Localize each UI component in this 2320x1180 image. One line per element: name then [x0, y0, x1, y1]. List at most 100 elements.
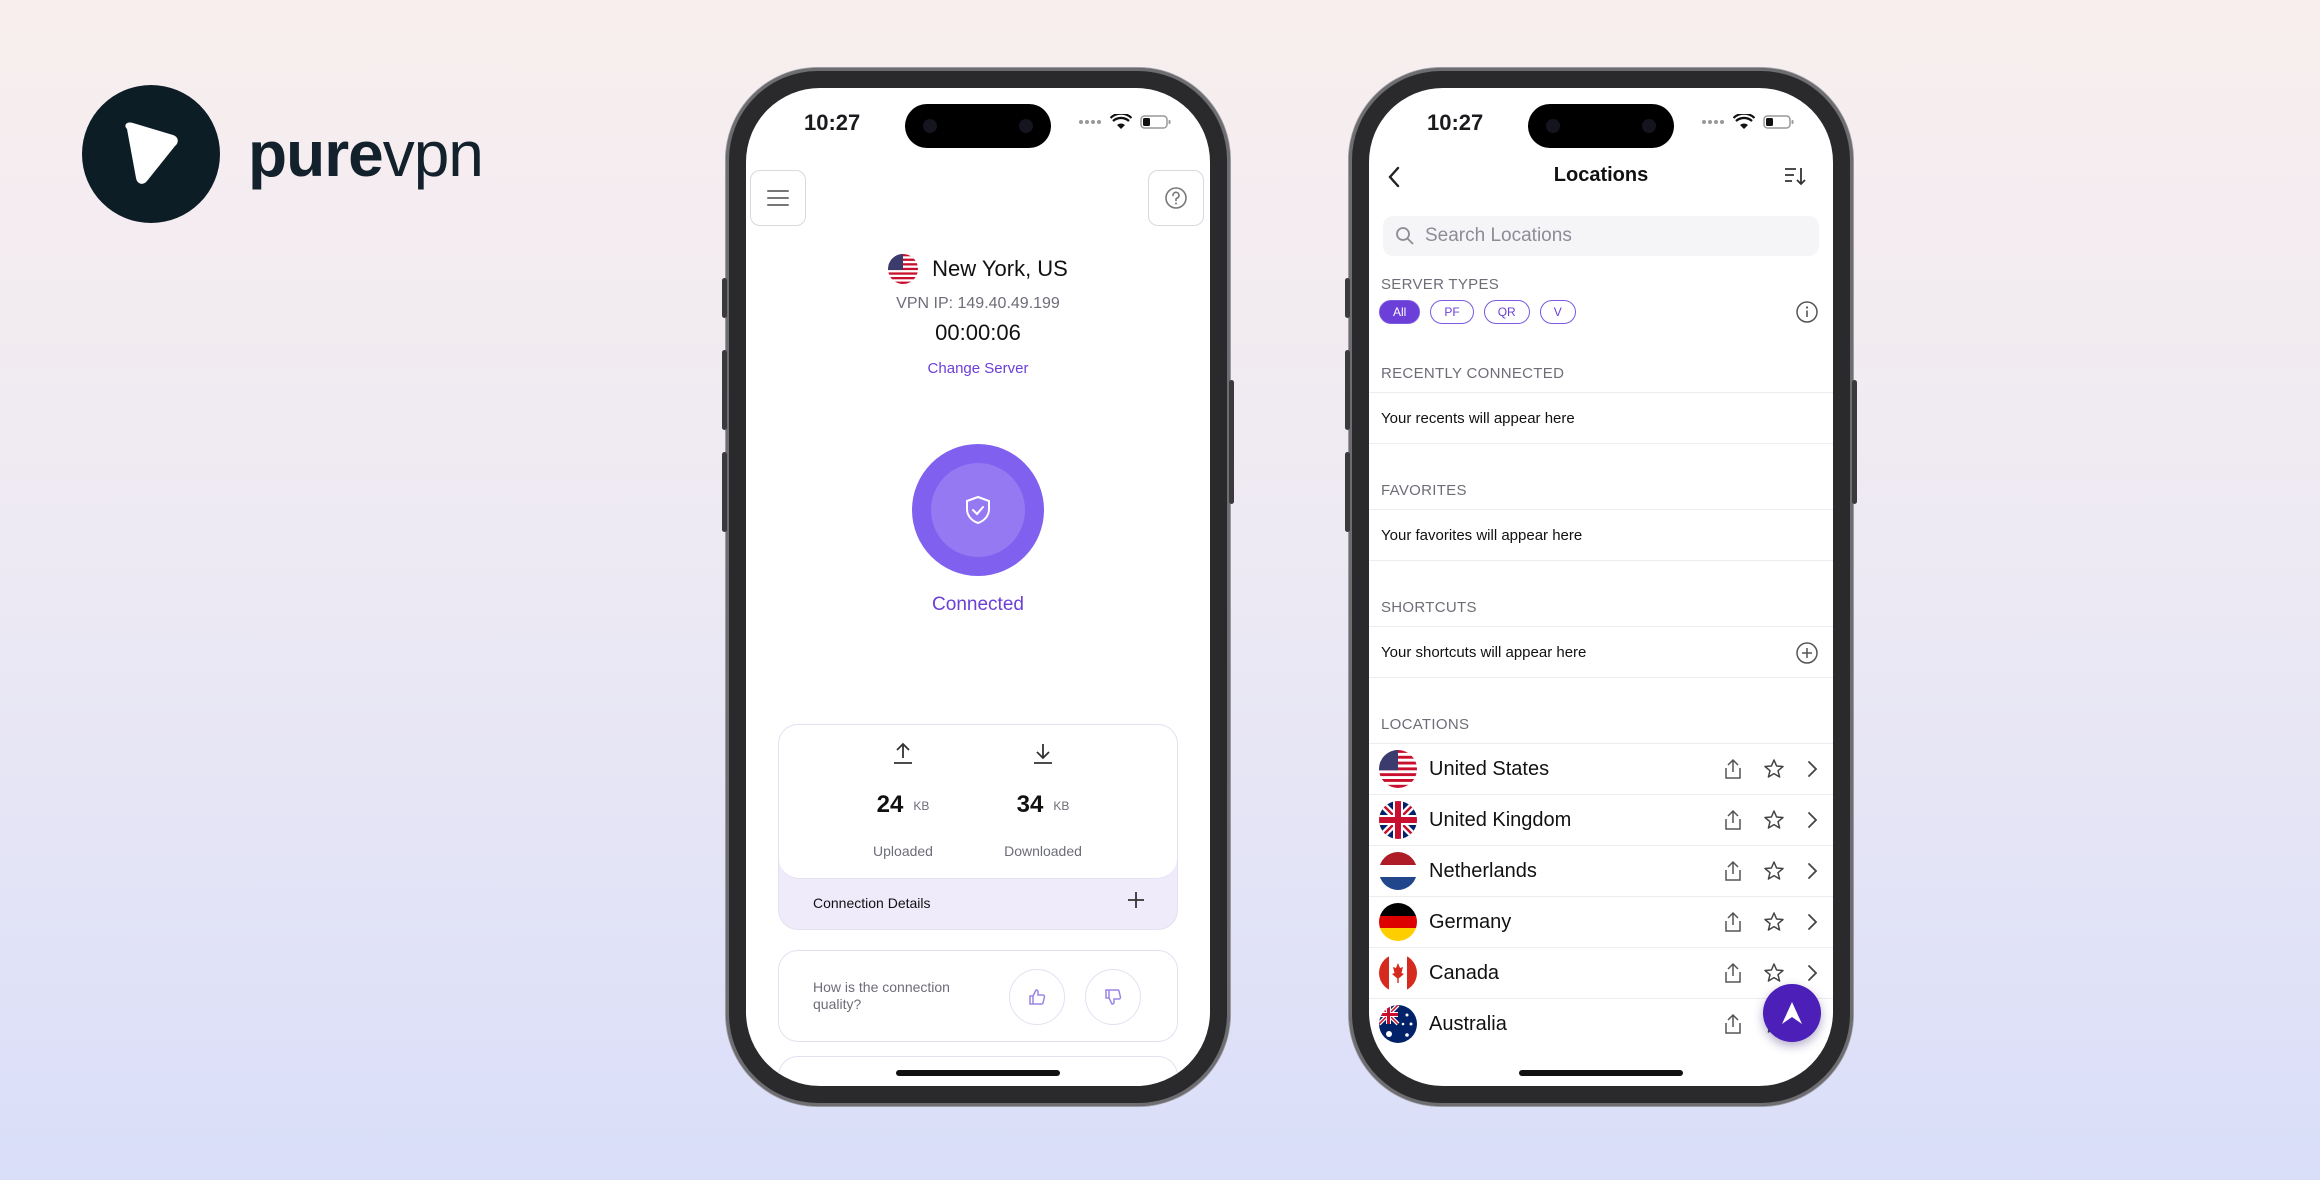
- nl-flag-icon: [1379, 852, 1417, 890]
- status-icons: [1701, 114, 1795, 130]
- share-icon[interactable]: [1723, 911, 1743, 933]
- country-row-germany[interactable]: Germany: [1369, 896, 1833, 947]
- expand-plus-icon[interactable]: [1125, 889, 1147, 911]
- add-shortcut-plus-icon[interactable]: [1795, 641, 1819, 665]
- country-name: United States: [1429, 757, 1550, 780]
- country-row-united-kingdom[interactable]: United Kingdom: [1369, 794, 1833, 845]
- assistant-a-logo-icon: [1782, 1002, 1802, 1024]
- sort-icon[interactable]: [1783, 164, 1807, 188]
- thumbs-up-button[interactable]: [1009, 969, 1065, 1025]
- star-icon[interactable]: [1763, 860, 1785, 882]
- side-button: [1229, 380, 1234, 504]
- country-row-canada[interactable]: Canada: [1369, 947, 1833, 998]
- info-icon[interactable]: [1795, 300, 1819, 324]
- downloaded-value: 34 KB: [973, 791, 1113, 819]
- star-icon[interactable]: [1763, 911, 1785, 933]
- share-icon[interactable]: [1723, 962, 1743, 984]
- share-icon[interactable]: [1723, 809, 1743, 831]
- side-button: [722, 452, 727, 532]
- help-button[interactable]: [1148, 170, 1204, 226]
- connection-details-label[interactable]: Connection Details: [813, 895, 931, 911]
- quality-feedback-card: How is the connection quality?: [778, 950, 1178, 1042]
- stats-card: 24 KB Uploaded 34 KB Downloaded Connection…: [778, 724, 1178, 930]
- dynamic-island: [905, 104, 1051, 148]
- phone-locations: 10:27 Locations SERVER TYPES All PF QR V…: [1345, 68, 1857, 1106]
- chevron-right-icon[interactable]: [1805, 809, 1819, 831]
- wifi-icon: [1110, 114, 1132, 129]
- assistant-fab-button[interactable]: [1763, 984, 1821, 1042]
- us-flag-icon: [888, 254, 919, 284]
- chevron-right-icon[interactable]: [1805, 758, 1819, 780]
- row-actions: [1723, 860, 1819, 882]
- download-arrow-icon: [1034, 744, 1052, 764]
- thumbs-down-icon: [1105, 989, 1122, 1005]
- search-bar[interactable]: [1383, 216, 1819, 256]
- location-name: New York, US: [932, 256, 1068, 281]
- country-name: Australia: [1429, 1012, 1507, 1035]
- current-location[interactable]: New York, US: [746, 254, 1210, 284]
- stats-top: 24 KB Uploaded 34 KB Downloaded: [779, 725, 1177, 879]
- page-title: Locations: [1553, 164, 1649, 186]
- shortcuts-empty-text: Your shortcuts will appear here: [1381, 643, 1587, 661]
- chip-all[interactable]: All: [1379, 300, 1421, 324]
- downloaded-label: Downloaded: [1004, 843, 1082, 859]
- favorites-empty-row: Your favorites will appear here: [1369, 509, 1833, 561]
- dynamic-island: [1528, 104, 1674, 148]
- chevron-right-icon[interactable]: [1805, 962, 1819, 984]
- side-button: [722, 350, 727, 430]
- wordmark-vpn: vpn: [382, 118, 484, 190]
- thumbs-up-icon: [1029, 989, 1046, 1005]
- shortcuts-label: SHORTCUTS: [1381, 599, 1477, 616]
- recently-connected-label: RECENTLY CONNECTED: [1381, 365, 1565, 382]
- downloaded-stat: 34 KB Downloaded: [973, 725, 1113, 879]
- locations-label: LOCATIONS: [1381, 716, 1470, 733]
- connect-button-inner: [931, 463, 1025, 557]
- recents-empty-text: Your recents will appear here: [1381, 409, 1575, 427]
- purevpn-wordmark: purevpn: [248, 117, 484, 191]
- home-screen: 10:27 New York, US VPN IP: 149.40.49.199…: [746, 88, 1210, 1086]
- star-icon[interactable]: [1763, 758, 1785, 780]
- uploaded-number: 24: [876, 791, 904, 818]
- side-button: [1345, 350, 1350, 430]
- row-actions: [1723, 809, 1819, 831]
- chevron-right-icon[interactable]: [1805, 860, 1819, 882]
- recents-empty-row: Your recents will appear here: [1369, 392, 1833, 444]
- battery-icon: [1140, 115, 1171, 129]
- au-flag-icon: [1379, 1005, 1417, 1043]
- battery-icon: [1763, 115, 1794, 129]
- signal-dots-icon: [1079, 120, 1101, 124]
- star-icon[interactable]: [1763, 809, 1785, 831]
- share-icon[interactable]: [1723, 1013, 1743, 1035]
- status-time: 10:27: [804, 110, 861, 135]
- side-button: [1345, 278, 1350, 318]
- country-name: United Kingdom: [1429, 808, 1572, 831]
- side-button: [1345, 452, 1350, 532]
- status-icons: [1078, 114, 1172, 130]
- uploaded-label: Uploaded: [873, 843, 933, 859]
- country-row-united-states[interactable]: United States: [1369, 743, 1833, 794]
- upload-arrow-icon: [894, 742, 912, 764]
- share-icon[interactable]: [1723, 758, 1743, 780]
- menu-button[interactable]: [750, 170, 806, 226]
- shortcuts-empty-row: Your shortcuts will appear here: [1369, 626, 1833, 678]
- favorites-empty-text: Your favorites will appear here: [1381, 526, 1583, 544]
- home-indicator: [896, 1070, 1060, 1076]
- search-input[interactable]: [1425, 225, 1819, 247]
- country-name: Germany: [1429, 910, 1512, 933]
- chevron-right-icon[interactable]: [1805, 911, 1819, 933]
- change-server-link[interactable]: Change Server: [746, 360, 1210, 377]
- locations-screen: 10:27 Locations SERVER TYPES All PF QR V…: [1369, 88, 1833, 1086]
- wifi-icon: [1733, 114, 1755, 129]
- search-icon: [1396, 227, 1414, 245]
- thumbs-down-button[interactable]: [1085, 969, 1141, 1025]
- shield-check-icon: [966, 495, 990, 525]
- country-row-netherlands[interactable]: Netherlands: [1369, 845, 1833, 896]
- connect-button[interactable]: [912, 444, 1044, 576]
- quality-prompt: How is the connection quality?: [813, 979, 950, 1012]
- chip-v[interactable]: V: [1539, 300, 1576, 324]
- chip-qr[interactable]: QR: [1483, 300, 1530, 324]
- chip-pf[interactable]: PF: [1430, 300, 1474, 324]
- share-icon[interactable]: [1723, 860, 1743, 882]
- side-button: [722, 278, 727, 318]
- star-icon[interactable]: [1763, 962, 1785, 984]
